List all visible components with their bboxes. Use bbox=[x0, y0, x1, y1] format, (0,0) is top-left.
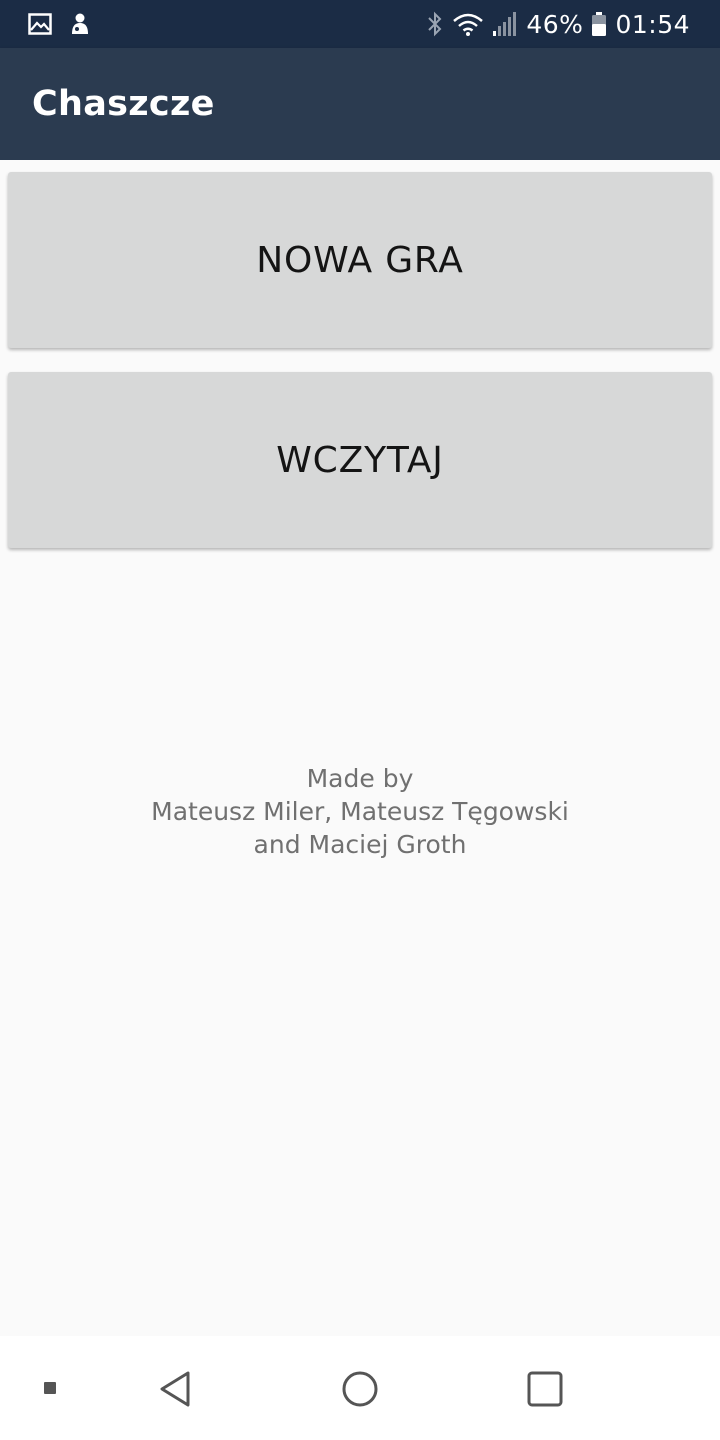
new-game-button[interactable]: NOWA GRA bbox=[8, 172, 712, 348]
gallery-icon bbox=[28, 13, 52, 35]
credits-line-2: Mateusz Miler, Mateusz Tęgowski bbox=[151, 797, 569, 826]
status-left bbox=[28, 12, 108, 36]
nav-dot-icon[interactable] bbox=[38, 1376, 62, 1400]
recents-icon[interactable] bbox=[520, 1364, 570, 1414]
battery-percent: 46% bbox=[526, 9, 584, 39]
battery-icon bbox=[591, 11, 607, 37]
signal-icon bbox=[492, 11, 518, 37]
main-content: NOWA GRA WCZYTAJ Made by Mateusz Miler, … bbox=[0, 160, 720, 1336]
app-title: Chaszcze bbox=[32, 84, 215, 124]
wifi-icon bbox=[452, 11, 484, 37]
navigation-bar bbox=[0, 1336, 720, 1440]
home-icon[interactable] bbox=[335, 1364, 385, 1414]
notification-icon bbox=[68, 12, 92, 36]
status-right: 46% 01:54 bbox=[418, 10, 690, 39]
credits-line-1: Made by bbox=[306, 764, 414, 793]
bluetooth-icon bbox=[426, 11, 444, 37]
clock: 01:54 bbox=[615, 9, 690, 39]
app-bar: Chaszcze bbox=[0, 48, 720, 160]
credits-line-3: and Maciej Groth bbox=[253, 830, 467, 859]
credits: Made by Mateusz Miler, Mateusz Tęgowski … bbox=[0, 762, 720, 861]
load-game-button[interactable]: WCZYTAJ bbox=[8, 372, 712, 548]
status-bar: 46% 01:54 bbox=[0, 0, 720, 48]
back-icon[interactable] bbox=[150, 1364, 200, 1414]
